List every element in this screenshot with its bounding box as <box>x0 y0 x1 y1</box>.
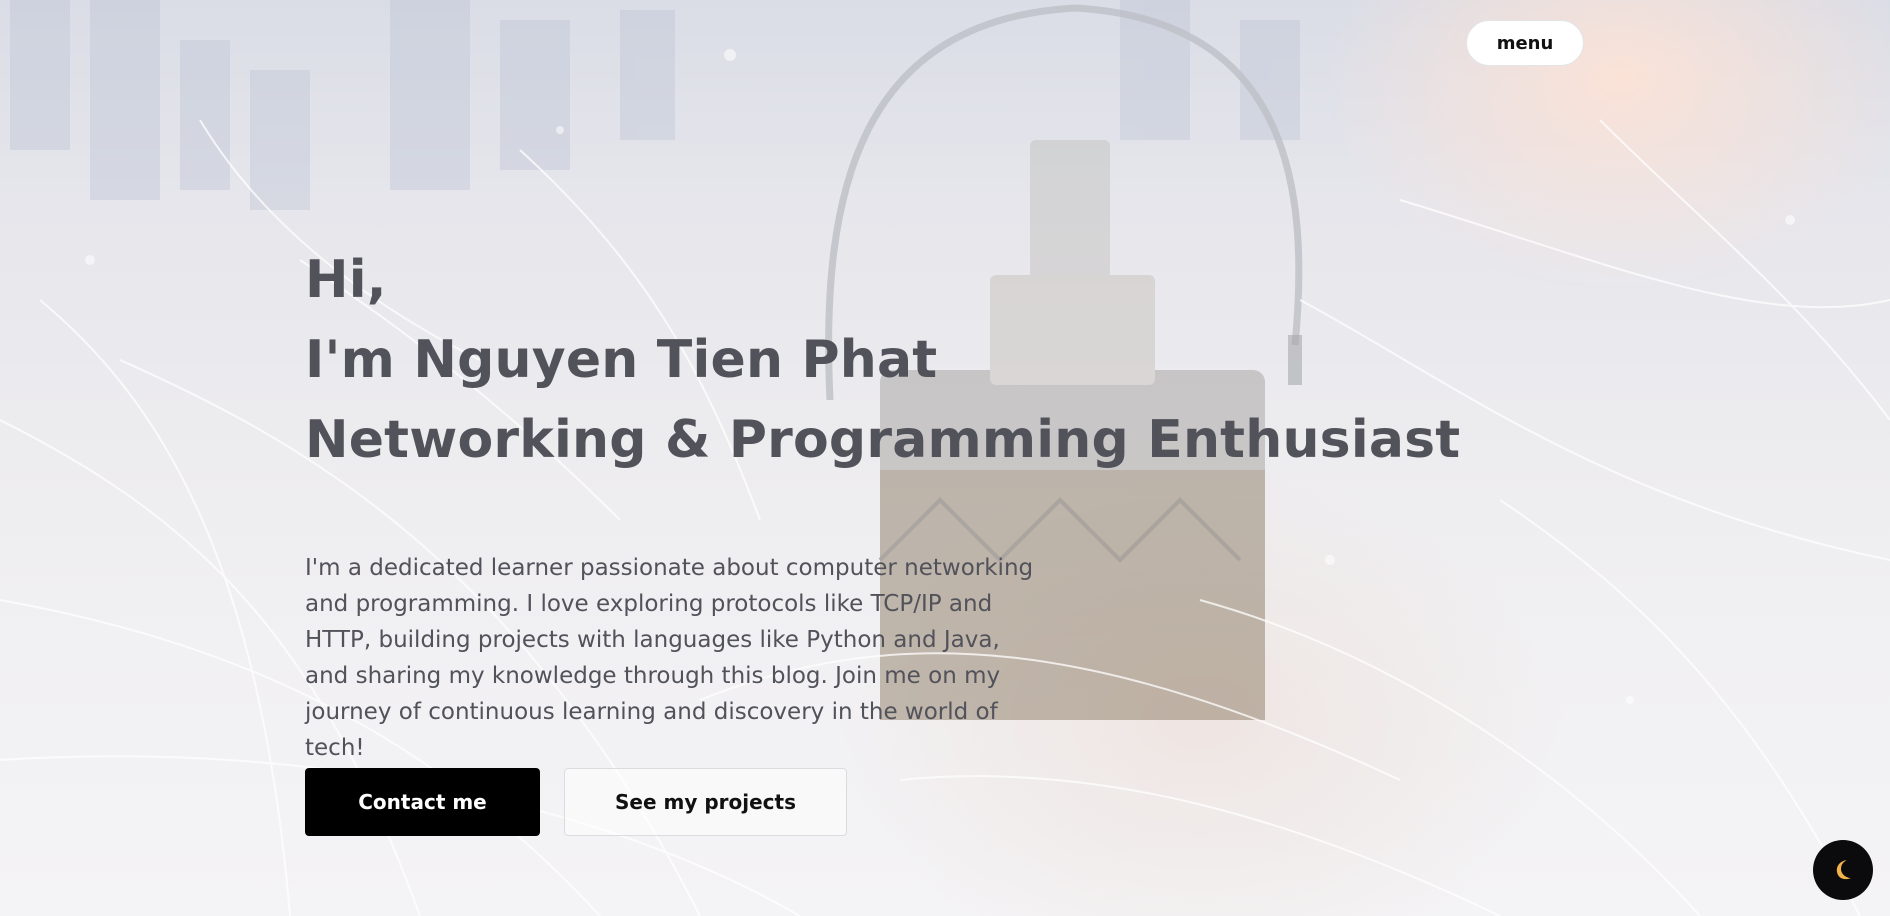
contact-me-button[interactable]: Contact me <box>305 768 540 836</box>
menu-button[interactable]: menu <box>1466 20 1584 66</box>
hero-role: Networking & Programming Enthusiast <box>305 410 1461 470</box>
see-projects-button[interactable]: See my projects <box>564 768 847 836</box>
moon-icon <box>1830 857 1856 883</box>
cta-buttons: Contact me See my projects <box>305 768 847 836</box>
hero-greeting: Hi, <box>305 250 387 310</box>
hero-heading: Hi, I'm Nguyen Tien Phat Networking & Pr… <box>305 240 1505 480</box>
hero-section: Hi, I'm Nguyen Tien Phat Networking & Pr… <box>305 240 1505 480</box>
hero-name: I'm Nguyen Tien Phat <box>305 330 938 390</box>
hero-description: I'm a dedicated learner passionate about… <box>305 555 1034 761</box>
theme-toggle-button[interactable] <box>1813 840 1873 900</box>
